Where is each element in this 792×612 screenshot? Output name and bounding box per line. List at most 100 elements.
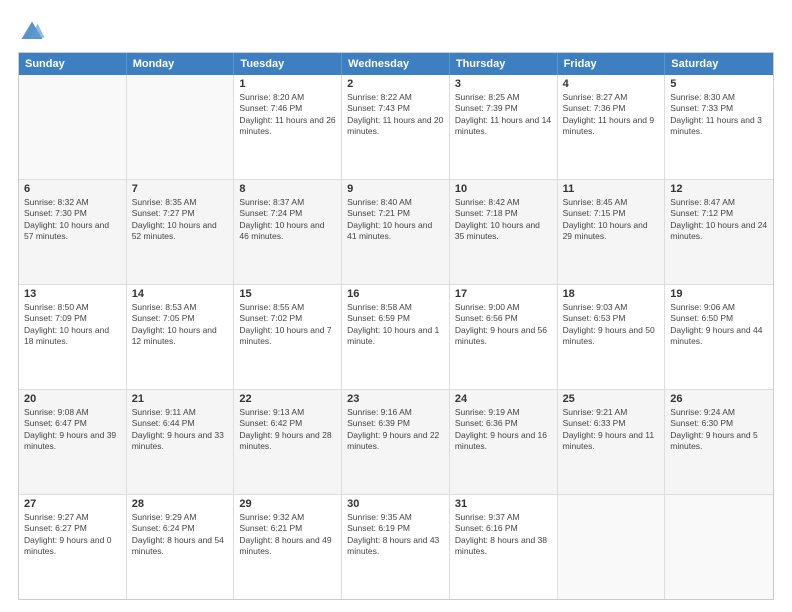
calendar-cell: 31 Sunrise: 9:37 AM Sunset: 6:16 PM Dayli… xyxy=(450,495,558,599)
day-number: 28 xyxy=(132,498,229,510)
day-number: 7 xyxy=(132,183,229,195)
day-info: Sunrise: 9:16 AM Sunset: 6:39 PM Dayligh… xyxy=(347,407,444,453)
day-number: 9 xyxy=(347,183,444,195)
day-info: Sunrise: 9:21 AM Sunset: 6:33 PM Dayligh… xyxy=(563,407,660,453)
logo xyxy=(18,18,50,46)
calendar-row-2: 6Sunrise: 8:32 AM Sunset: 7:30 PM Daylig… xyxy=(19,179,773,284)
day-number: 11 xyxy=(563,183,660,195)
day-number: 4 xyxy=(563,78,660,90)
day-number: 1 xyxy=(239,78,336,90)
calendar-cell: 6Sunrise: 8:32 AM Sunset: 7:30 PM Daylig… xyxy=(19,180,127,284)
day-info: Sunrise: 8:27 AM Sunset: 7:36 PM Dayligh… xyxy=(563,92,660,138)
day-number: 27 xyxy=(24,498,121,510)
day-info: Sunrise: 9:27 AM Sunset: 6:27 PM Dayligh… xyxy=(24,512,121,558)
calendar-cell xyxy=(558,495,666,599)
day-header-wednesday: Wednesday xyxy=(342,53,450,75)
calendar-body: 1Sunrise: 8:20 AM Sunset: 7:46 PM Daylig… xyxy=(19,75,773,599)
day-info: Sunrise: 8:55 AM Sunset: 7:02 PM Dayligh… xyxy=(239,302,336,348)
calendar-cell: 26Sunrise: 9:24 AM Sunset: 6:30 PM Dayli… xyxy=(665,390,773,494)
calendar-cell: 14 Sunrise: 8:53 AM Sunset: 7:05 PM Dayli… xyxy=(127,285,235,389)
day-number: 13 xyxy=(24,288,121,300)
calendar-cell: 25Sunrise: 9:21 AM Sunset: 6:33 PM Dayli… xyxy=(558,390,666,494)
calendar-cell: 13 Sunrise: 8:50 AM Sunset: 7:09 PM Dayli… xyxy=(19,285,127,389)
day-info: Sunrise: 8:53 AM Sunset: 7:05 PM Dayligh… xyxy=(132,302,229,348)
calendar-cell: 4 Sunrise: 8:27 AM Sunset: 7:36 PM Daylig… xyxy=(558,75,666,179)
day-info: Sunrise: 8:47 AM Sunset: 7:12 PM Dayligh… xyxy=(670,197,768,243)
header xyxy=(18,18,774,46)
day-header-monday: Monday xyxy=(127,53,235,75)
day-number: 14 xyxy=(132,288,229,300)
day-number: 23 xyxy=(347,393,444,405)
day-number: 2 xyxy=(347,78,444,90)
day-info: Sunrise: 8:50 AM Sunset: 7:09 PM Dayligh… xyxy=(24,302,121,348)
calendar-cell: 11 Sunrise: 8:45 AM Sunset: 7:15 PM Dayli… xyxy=(558,180,666,284)
day-number: 17 xyxy=(455,288,552,300)
day-info: Sunrise: 9:13 AM Sunset: 6:42 PM Dayligh… xyxy=(239,407,336,453)
day-number: 20 xyxy=(24,393,121,405)
calendar-cell: 24 Sunrise: 9:19 AM Sunset: 6:36 PM Dayli… xyxy=(450,390,558,494)
day-info: Sunrise: 9:03 AM Sunset: 6:53 PM Dayligh… xyxy=(563,302,660,348)
calendar-row-3: 13 Sunrise: 8:50 AM Sunset: 7:09 PM Dayli… xyxy=(19,284,773,389)
calendar-cell: 23 Sunrise: 9:16 AM Sunset: 6:39 PM Dayli… xyxy=(342,390,450,494)
calendar-cell: 12 Sunrise: 8:47 AM Sunset: 7:12 PM Dayli… xyxy=(665,180,773,284)
day-info: Sunrise: 8:25 AM Sunset: 7:39 PM Dayligh… xyxy=(455,92,552,138)
day-info: Sunrise: 9:11 AM Sunset: 6:44 PM Dayligh… xyxy=(132,407,229,453)
calendar-cell: 17 Sunrise: 9:00 AM Sunset: 6:56 PM Dayli… xyxy=(450,285,558,389)
day-info: Sunrise: 8:42 AM Sunset: 7:18 PM Dayligh… xyxy=(455,197,552,243)
calendar-header: SundayMondayTuesdayWednesdayThursdayFrid… xyxy=(19,53,773,75)
day-info: Sunrise: 8:32 AM Sunset: 7:30 PM Dayligh… xyxy=(24,197,121,243)
day-info: Sunrise: 9:35 AM Sunset: 6:19 PM Dayligh… xyxy=(347,512,444,558)
day-info: Sunrise: 8:35 AM Sunset: 7:27 PM Dayligh… xyxy=(132,197,229,243)
calendar-cell: 27 Sunrise: 9:27 AM Sunset: 6:27 PM Dayli… xyxy=(19,495,127,599)
calendar-cell: 9 Sunrise: 8:40 AM Sunset: 7:21 PM Daylig… xyxy=(342,180,450,284)
day-number: 19 xyxy=(670,288,768,300)
day-info: Sunrise: 9:00 AM Sunset: 6:56 PM Dayligh… xyxy=(455,302,552,348)
day-info: Sunrise: 8:22 AM Sunset: 7:43 PM Dayligh… xyxy=(347,92,444,138)
calendar-cell: 8 Sunrise: 8:37 AM Sunset: 7:24 PM Daylig… xyxy=(234,180,342,284)
day-number: 21 xyxy=(132,393,229,405)
calendar-cell: 30 Sunrise: 9:35 AM Sunset: 6:19 PM Dayli… xyxy=(342,495,450,599)
calendar-cell: 3 Sunrise: 8:25 AM Sunset: 7:39 PM Daylig… xyxy=(450,75,558,179)
day-info: Sunrise: 8:58 AM Sunset: 6:59 PM Dayligh… xyxy=(347,302,444,348)
calendar-cell: 21 Sunrise: 9:11 AM Sunset: 6:44 PM Dayli… xyxy=(127,390,235,494)
day-number: 24 xyxy=(455,393,552,405)
day-info: Sunrise: 8:40 AM Sunset: 7:21 PM Dayligh… xyxy=(347,197,444,243)
day-header-sunday: Sunday xyxy=(19,53,127,75)
day-info: Sunrise: 9:19 AM Sunset: 6:36 PM Dayligh… xyxy=(455,407,552,453)
day-info: Sunrise: 9:06 AM Sunset: 6:50 PM Dayligh… xyxy=(670,302,768,348)
day-number: 16 xyxy=(347,288,444,300)
day-info: Sunrise: 8:45 AM Sunset: 7:15 PM Dayligh… xyxy=(563,197,660,243)
day-info: Sunrise: 9:37 AM Sunset: 6:16 PM Dayligh… xyxy=(455,512,552,558)
calendar-cell: 28 Sunrise: 9:29 AM Sunset: 6:24 PM Dayli… xyxy=(127,495,235,599)
day-number: 18 xyxy=(563,288,660,300)
calendar-cell: 29Sunrise: 9:32 AM Sunset: 6:21 PM Dayli… xyxy=(234,495,342,599)
calendar-cell xyxy=(19,75,127,179)
calendar-cell: 20 Sunrise: 9:08 AM Sunset: 6:47 PM Dayli… xyxy=(19,390,127,494)
day-info: Sunrise: 9:29 AM Sunset: 6:24 PM Dayligh… xyxy=(132,512,229,558)
logo-icon xyxy=(18,18,46,46)
day-number: 8 xyxy=(239,183,336,195)
calendar-row-4: 20 Sunrise: 9:08 AM Sunset: 6:47 PM Dayli… xyxy=(19,389,773,494)
calendar-cell: 5Sunrise: 8:30 AM Sunset: 7:33 PM Daylig… xyxy=(665,75,773,179)
day-header-thursday: Thursday xyxy=(450,53,558,75)
calendar-cell: 1Sunrise: 8:20 AM Sunset: 7:46 PM Daylig… xyxy=(234,75,342,179)
calendar-cell: 22 Sunrise: 9:13 AM Sunset: 6:42 PM Dayli… xyxy=(234,390,342,494)
calendar-cell: 10 Sunrise: 8:42 AM Sunset: 7:18 PM Dayli… xyxy=(450,180,558,284)
calendar-cell: 16 Sunrise: 8:58 AM Sunset: 6:59 PM Dayli… xyxy=(342,285,450,389)
day-number: 31 xyxy=(455,498,552,510)
day-header-tuesday: Tuesday xyxy=(234,53,342,75)
day-number: 15 xyxy=(239,288,336,300)
day-number: 10 xyxy=(455,183,552,195)
day-info: Sunrise: 9:24 AM Sunset: 6:30 PM Dayligh… xyxy=(670,407,768,453)
calendar-cell: 2 Sunrise: 8:22 AM Sunset: 7:43 PM Daylig… xyxy=(342,75,450,179)
day-header-friday: Friday xyxy=(558,53,666,75)
day-number: 22 xyxy=(239,393,336,405)
day-info: Sunrise: 9:08 AM Sunset: 6:47 PM Dayligh… xyxy=(24,407,121,453)
day-number: 5 xyxy=(670,78,768,90)
calendar-cell: 7 Sunrise: 8:35 AM Sunset: 7:27 PM Daylig… xyxy=(127,180,235,284)
day-info: Sunrise: 8:37 AM Sunset: 7:24 PM Dayligh… xyxy=(239,197,336,243)
day-number: 3 xyxy=(455,78,552,90)
day-number: 29 xyxy=(239,498,336,510)
day-number: 30 xyxy=(347,498,444,510)
day-number: 12 xyxy=(670,183,768,195)
